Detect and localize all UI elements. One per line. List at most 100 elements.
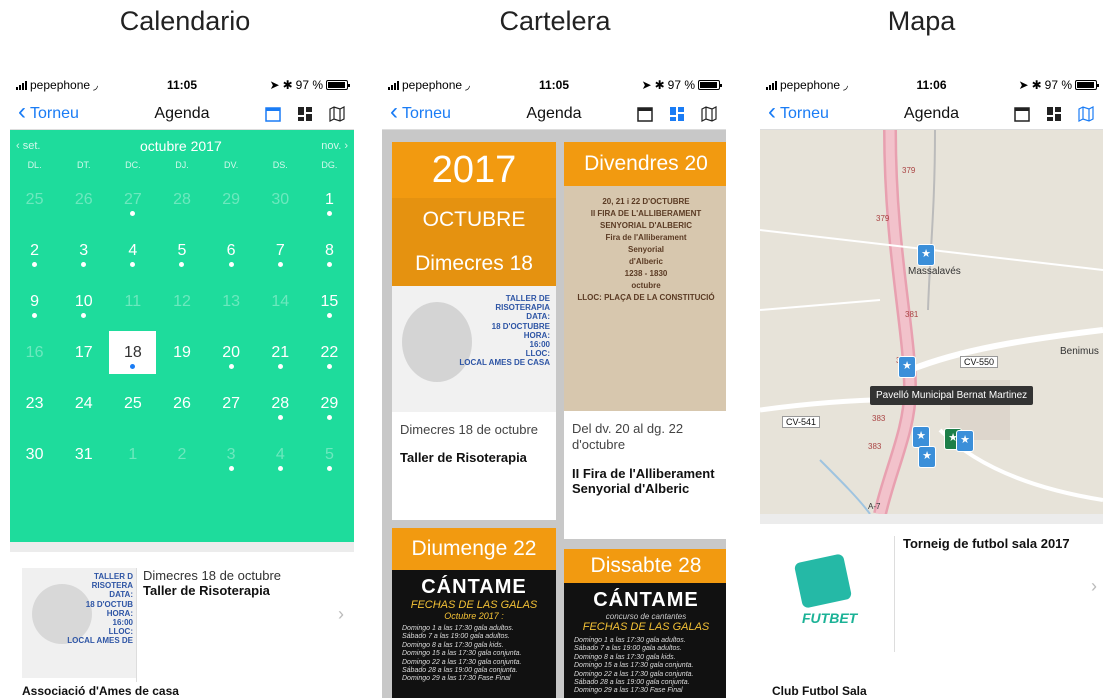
map-marker[interactable]: ★ <box>917 244 935 266</box>
calendar-icon[interactable] <box>264 105 282 123</box>
card-header: Divendres 20 <box>564 142 726 186</box>
year-tile: 2017 <box>392 142 556 198</box>
calendar-day[interactable]: 23 <box>10 378 59 429</box>
calendar-day[interactable]: 8 <box>305 225 354 276</box>
calendar-day[interactable]: 9 <box>10 276 59 327</box>
map-marker[interactable]: ★ <box>912 426 930 448</box>
calendar-day[interactable]: 4 <box>108 225 157 276</box>
weekday-label: DS. <box>272 160 288 170</box>
weekday-label: DJ. <box>175 160 189 170</box>
map-marker[interactable]: ★ <box>918 446 936 468</box>
divider <box>760 514 1103 524</box>
calendar-day[interactable]: 4 <box>256 429 305 480</box>
calendar-day[interactable]: 26 <box>157 378 206 429</box>
event-card[interactable]: Del dv. 20 al dg. 22 d'octubre II Fira d… <box>564 411 726 539</box>
calendar-day[interactable]: 18 <box>108 327 157 378</box>
map-view[interactable]: Massalavés Benimus CV-550 CV-541 379 379… <box>760 130 1103 514</box>
poster-line: SENYORIAL D'ALBERIC <box>600 221 692 230</box>
event-dot <box>326 466 332 471</box>
nav-bar: ‹ Torneu Agenda <box>382 98 726 130</box>
calendar-day[interactable]: 27 <box>207 378 256 429</box>
marker-tooltip[interactable]: Pavelló Municipal Bernat Martinez <box>870 386 1034 405</box>
event-row[interactable]: TALLER D RISOTERA DATA: 18 D'OCTUB HORA: 16:0… <box>10 552 354 682</box>
calendar-day[interactable]: 1 <box>305 174 354 225</box>
map-marker[interactable]: ★ <box>956 430 974 452</box>
day-number: 21 <box>271 343 290 361</box>
back-button[interactable]: ‹ Torneu <box>390 100 451 124</box>
prev-month-button[interactable]: ‹ set. <box>16 140 40 152</box>
day-number: 2 <box>177 445 187 463</box>
calendar-day[interactable]: 26 <box>59 174 108 225</box>
calendar-day[interactable]: 2 <box>10 225 59 276</box>
calendar-day[interactable]: 1 <box>108 429 157 480</box>
chevron-left-icon: ‹ <box>768 98 776 125</box>
road-number-379: 379 <box>876 214 890 223</box>
calendar-day[interactable]: 28 <box>256 378 305 429</box>
calendar-day[interactable]: 16 <box>10 327 59 378</box>
day-number: 13 <box>222 292 241 310</box>
day-number: 19 <box>173 343 191 361</box>
calendar-day[interactable]: 25 <box>108 378 157 429</box>
poster-line: Domingo 8 a las 17:30 gala kids. <box>574 653 676 661</box>
calendar-day[interactable]: 11 <box>108 276 157 327</box>
calendar-day[interactable]: 31 <box>59 429 108 480</box>
back-button[interactable]: ‹ Torneu <box>18 100 79 124</box>
calendar-icon[interactable] <box>1013 105 1031 123</box>
calendar-day[interactable]: 7 <box>256 225 305 276</box>
event-dot <box>326 364 332 369</box>
calendar-day[interactable]: 30 <box>256 174 305 225</box>
calendar-day[interactable]: 28 <box>157 174 206 225</box>
back-label: Torneu <box>402 104 451 122</box>
chevron-right-icon: › <box>1091 576 1097 596</box>
calendar-day[interactable]: 20 <box>207 327 256 378</box>
event-poster[interactable]: 20, 21 i 22 D'OCTUBRE II FIRA DE L'ALLIBE… <box>564 186 726 411</box>
event-poster[interactable]: CÁNTAME FECHAS DE LAS GALAS Octubre 2017… <box>392 570 556 698</box>
signal-icon <box>16 80 27 90</box>
map-icon[interactable] <box>1077 105 1095 123</box>
calendar-day[interactable]: 30 <box>10 429 59 480</box>
day-number: 5 <box>324 445 334 463</box>
grid-icon[interactable] <box>1045 105 1063 123</box>
event-dot <box>277 466 283 471</box>
calendar-day[interactable]: 27 <box>108 174 157 225</box>
event-poster[interactable]: TALLER DE RISOTERAPIA DATA: 18 D'OCTUBRE HOR… <box>392 286 556 412</box>
calendar-day[interactable]: 24 <box>59 378 108 429</box>
calendar-day[interactable]: 3 <box>207 429 256 480</box>
poster-title: CÁNTAME <box>593 589 699 611</box>
calendar-day[interactable]: 17 <box>59 327 108 378</box>
event-poster[interactable]: CÁNTAME concurso de cantantes FECHAS DE … <box>564 583 726 698</box>
poster-line: Domingo 22 a las 17:30 gala conjunta. <box>402 658 522 666</box>
calendar-day[interactable]: 19 <box>157 327 206 378</box>
map-icon[interactable] <box>328 105 346 123</box>
grid-icon[interactable] <box>668 105 686 123</box>
map-marker[interactable]: ★ <box>898 356 916 378</box>
calendar-day[interactable]: 3 <box>59 225 108 276</box>
calendar-day[interactable]: 5 <box>157 225 206 276</box>
back-button[interactable]: ‹ Torneu <box>768 98 829 125</box>
event-card[interactable]: Dimecres 18 de octubre Taller de Risoter… <box>392 412 556 520</box>
calendar-day[interactable]: 15 <box>305 276 354 327</box>
section-title-calendario: Calendario <box>119 6 251 36</box>
calendar-day[interactable]: 6 <box>207 225 256 276</box>
calendar-icon[interactable] <box>636 105 654 123</box>
poster-line: DATA: <box>526 312 550 322</box>
calendar-day[interactable]: 29 <box>207 174 256 225</box>
calendar-day[interactable]: 2 <box>157 429 206 480</box>
calendar-day[interactable]: 25 <box>10 174 59 225</box>
road-number-383: 383 <box>872 414 886 423</box>
calendar-day[interactable]: 13 <box>207 276 256 327</box>
next-month-button[interactable]: nov. › <box>321 140 348 152</box>
calendar-day[interactable]: 5 <box>305 429 354 480</box>
bluetooth-icon: ✱ <box>1031 78 1042 92</box>
day-number: 5 <box>177 241 187 259</box>
calendar-day[interactable]: 29 <box>305 378 354 429</box>
calendar-day[interactable]: 21 <box>256 327 305 378</box>
grid-icon[interactable] <box>296 105 314 123</box>
map-icon[interactable] <box>700 105 718 123</box>
calendar-day[interactable]: 10 <box>59 276 108 327</box>
event-row[interactable]: FUTBET Torneig de futbol sala 2017 › <box>760 524 1103 652</box>
calendar-day[interactable]: 14 <box>256 276 305 327</box>
poster-fechas: FECHAS DE LAS GALAS <box>582 621 710 633</box>
calendar-day[interactable]: 12 <box>157 276 206 327</box>
calendar-day[interactable]: 22 <box>305 327 354 378</box>
